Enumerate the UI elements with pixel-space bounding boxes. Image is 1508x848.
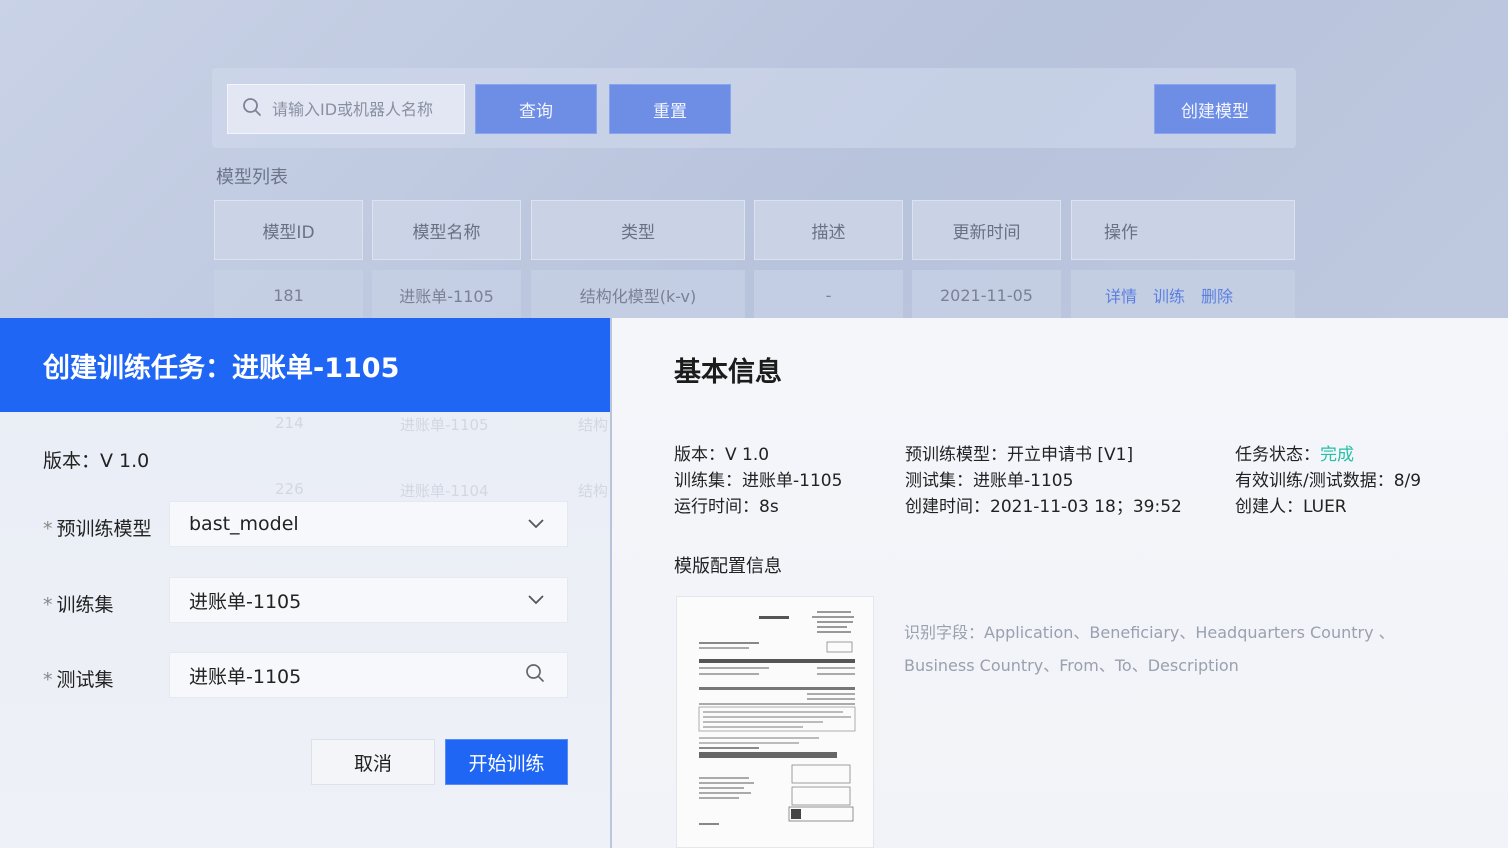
- column-header-ops: 操作: [1071, 200, 1295, 260]
- info-creator: 创建人：LUER: [1235, 497, 1347, 517]
- info-training-set: 训练集：进账单-1105: [674, 471, 843, 491]
- pretrained-model-label: * 预训练模型: [43, 514, 152, 541]
- ghost-row-type-1: 结构: [578, 416, 609, 434]
- list-title: 模型列表: [216, 167, 288, 188]
- ghost-row-name-1: 进账单-1105: [400, 416, 489, 434]
- modal-header: 创建训练任务：进账单-1105: [0, 318, 610, 412]
- test-set-label-text: 测试集: [56, 669, 114, 691]
- recognition-fields: 识别字段：Application、Beneficiary、Headquarter…: [904, 616, 1424, 682]
- info-title: 基本信息: [674, 357, 782, 388]
- required-star: *: [43, 594, 53, 616]
- ghost-row-id-2: 226: [275, 480, 304, 498]
- model-list-page: 查询 重置 创建模型 模型列表 模型ID 模型名称 类型 描述 更新时间 操作 …: [0, 0, 1508, 318]
- version-text: 版本：V 1.0: [43, 450, 150, 472]
- chevron-down-icon: [527, 513, 545, 535]
- basic-info-panel: 基本信息 版本：V 1.0 训练集：进账单-1105 运行时间：8s 预训练模型…: [612, 318, 1508, 848]
- info-version: 版本：V 1.0: [674, 445, 770, 465]
- ghost-row-id-1: 214: [275, 414, 304, 432]
- table-cell-ops: 详情 训练 删除: [1071, 270, 1295, 318]
- recognition-fields-line-2: Business Country、From、To、Description: [904, 656, 1239, 675]
- column-header-updated: 更新时间: [912, 200, 1061, 260]
- pretrained-model-label-text: 预训练模型: [56, 518, 152, 540]
- info-task-status: 任务状态：完成: [1235, 442, 1421, 468]
- column-header-name: 模型名称: [372, 200, 521, 260]
- chevron-down-icon: [527, 589, 545, 611]
- create-training-task-modal: 创建训练任务：进账单-1105 214 进账单-1105 结构 226 进账单-…: [0, 318, 610, 848]
- recognition-fields-line-1: 识别字段：Application、Beneficiary、Headquarter…: [904, 623, 1395, 642]
- training-set-value: 进账单-1105: [189, 590, 302, 613]
- info-column-1: 版本：V 1.0 训练集：进账单-1105 运行时间：8s: [674, 442, 842, 520]
- detail-link[interactable]: 详情: [1105, 283, 1137, 307]
- start-training-button[interactable]: 开始训练: [445, 739, 568, 785]
- modal-title: 创建训练任务：进账单-1105: [43, 352, 400, 384]
- info-pretrained-model: 预训练模型：开立申请书 [V1]: [905, 445, 1134, 465]
- table-cell-name: 进账单-1105: [372, 270, 521, 318]
- template-config-title: 模版配置信息: [674, 556, 782, 577]
- info-valid-data: 有效训练/测试数据：8/9: [1235, 471, 1422, 491]
- info-column-3: 任务状态：完成 有效训练/测试数据：8/9 创建人：LUER: [1235, 442, 1421, 520]
- train-link[interactable]: 训练: [1153, 283, 1185, 307]
- table-cell-id: 181: [214, 270, 363, 318]
- reset-button[interactable]: 重置: [609, 84, 731, 134]
- ghost-row-name-2: 进账单-1104: [400, 482, 489, 500]
- training-set-label-text: 训练集: [56, 594, 114, 616]
- training-set-select[interactable]: 进账单-1105: [169, 577, 568, 623]
- search-icon: [242, 97, 262, 122]
- status-badge: 完成: [1320, 445, 1354, 465]
- test-set-search[interactable]: 进账单-1105: [169, 652, 568, 698]
- create-model-button[interactable]: 创建模型: [1154, 84, 1276, 134]
- cancel-button[interactable]: 取消: [311, 739, 435, 785]
- test-set-label: * 测试集: [43, 665, 114, 692]
- query-button[interactable]: 查询: [475, 84, 597, 134]
- required-star: *: [43, 669, 53, 691]
- table-cell-type: 结构化模型(k-v): [531, 270, 745, 318]
- required-star: *: [43, 518, 53, 540]
- search-input[interactable]: [272, 99, 452, 119]
- table-cell-updated: 2021-11-05: [912, 270, 1061, 318]
- column-header-id: 模型ID: [214, 200, 363, 260]
- invoice-image-icon: [677, 597, 873, 847]
- training-set-label: * 训练集: [43, 590, 114, 617]
- search-box[interactable]: [227, 84, 465, 134]
- delete-link[interactable]: 删除: [1201, 283, 1233, 307]
- info-run-time: 运行时间：8s: [674, 497, 779, 517]
- task-status-label: 任务状态：: [1235, 445, 1320, 465]
- info-column-2: 预训练模型：开立申请书 [V1] 测试集：进账单-1105 创建时间：2021-…: [905, 442, 1182, 520]
- pretrained-model-value: bast_model: [189, 513, 299, 535]
- search-icon[interactable]: [525, 663, 545, 688]
- document-thumbnail: [676, 596, 874, 848]
- column-header-type: 类型: [531, 200, 745, 260]
- column-header-desc: 描述: [754, 200, 903, 260]
- info-test-set: 测试集：进账单-1105: [905, 471, 1074, 491]
- table-cell-desc: -: [754, 270, 903, 318]
- test-set-value: 进账单-1105: [189, 665, 302, 688]
- info-created-time: 创建时间：2021-11-03 18；39:52: [905, 497, 1182, 517]
- pretrained-model-select[interactable]: bast_model: [169, 501, 568, 547]
- ghost-row-type-2: 结构: [578, 482, 609, 500]
